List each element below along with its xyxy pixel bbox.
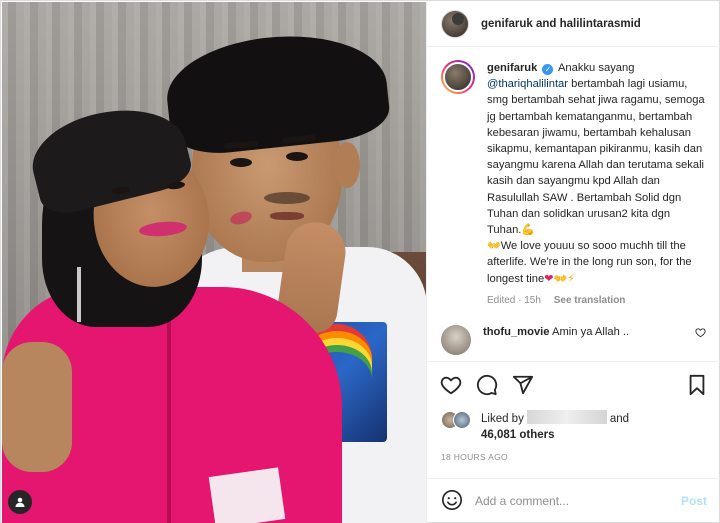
header-user-genifaruk[interactable]: genifaruk <box>481 18 533 30</box>
comment-body: thofu_movie Amin ya Allah .. <box>483 325 695 340</box>
post-photo[interactable] <box>2 2 426 523</box>
liker-avatar <box>453 411 471 429</box>
caption-avatar[interactable] <box>441 60 475 94</box>
likes-text: Liked by and 46,081 others <box>481 410 629 443</box>
man-mouth <box>270 212 304 220</box>
likes-summary: Liked by and 46,081 others <box>441 410 711 448</box>
likes-others-link[interactable]: 46,081 others <box>481 429 555 441</box>
emoji-icon[interactable] <box>441 489 463 514</box>
post-header: genifaruk and halilintarasmid <box>427 2 720 47</box>
post-button[interactable]: Post <box>681 494 707 508</box>
man-ear <box>334 142 360 188</box>
header-usernames: genifaruk and halilintarasmid <box>481 18 641 30</box>
bookmark-icon[interactable] <box>685 373 709 397</box>
add-comment-input[interactable] <box>475 494 681 508</box>
hoodie-print <box>208 467 286 523</box>
liked-by-label: Liked by <box>481 413 524 425</box>
caption-line-2: We love youuu so sooo muchh till the aft… <box>487 240 692 285</box>
liker-avatars <box>441 411 475 431</box>
heart-icon[interactable] <box>439 373 463 397</box>
caption-username[interactable]: genifaruk <box>487 62 537 74</box>
man-eye <box>286 152 308 161</box>
header-avatar[interactable] <box>441 10 469 38</box>
see-translation-link[interactable]: See translation <box>554 295 626 306</box>
comment-text: Amin ya Allah .. <box>552 326 630 339</box>
action-bar <box>427 361 720 407</box>
caption-mention[interactable]: @thariqhalilintar <box>487 78 568 90</box>
add-comment-bar: Post <box>427 478 720 523</box>
comment-avatar[interactable] <box>441 325 471 356</box>
man-mustache <box>264 192 310 204</box>
comments-section: genifaruk ✓ Anakku sayang @thariqhalilin… <box>427 48 720 361</box>
caption-text-start: Anakku sayang <box>557 62 635 74</box>
caption: genifaruk ✓ Anakku sayang @thariqhalilin… <box>441 60 707 309</box>
lightning-emoji: ⚡ <box>567 272 575 285</box>
user-tag-icon[interactable] <box>8 490 32 514</box>
earring <box>77 267 81 322</box>
caption-text: bertambah lagi usiamu, smg bertambah seh… <box>487 78 705 237</box>
hoodie-zipper <box>167 302 171 523</box>
share-icon[interactable] <box>511 373 535 397</box>
comment-username[interactable]: thofu_movie <box>483 326 550 338</box>
man-arm <box>2 342 72 472</box>
man-eye <box>230 158 252 167</box>
comment-icon[interactable] <box>475 373 499 397</box>
caption-body: genifaruk ✓ Anakku sayang @thariqhalilin… <box>487 60 707 309</box>
comment-like-heart-icon[interactable] <box>695 327 707 341</box>
likes-and: and <box>609 413 630 425</box>
post-side-panel: genifaruk and halilintarasmid genifaruk … <box>426 2 720 523</box>
flexed-biceps-emoji: 💪 <box>521 224 536 237</box>
caption-meta: Edited · 15h See translation <box>487 293 707 309</box>
verified-badge-icon: ✓ <box>542 64 554 75</box>
comment-item: thofu_movie Amin ya Allah .. <box>441 325 707 356</box>
post-frame: genifaruk and halilintarasmid genifaruk … <box>0 0 720 523</box>
edited-label: Edited · 15h <box>487 294 541 306</box>
hugging-hands-emoji: 👐 <box>553 272 568 285</box>
header-user-halilintarasmid[interactable]: halilintarasmid <box>560 18 641 30</box>
red-heart-emoji: ❤ <box>544 272 554 285</box>
hugging-hands-emoji: 👐 <box>487 240 501 253</box>
blurred-username <box>526 410 607 424</box>
post-timestamp[interactable]: 18 HOURS AGO <box>441 452 508 462</box>
header-and: and <box>535 18 557 30</box>
